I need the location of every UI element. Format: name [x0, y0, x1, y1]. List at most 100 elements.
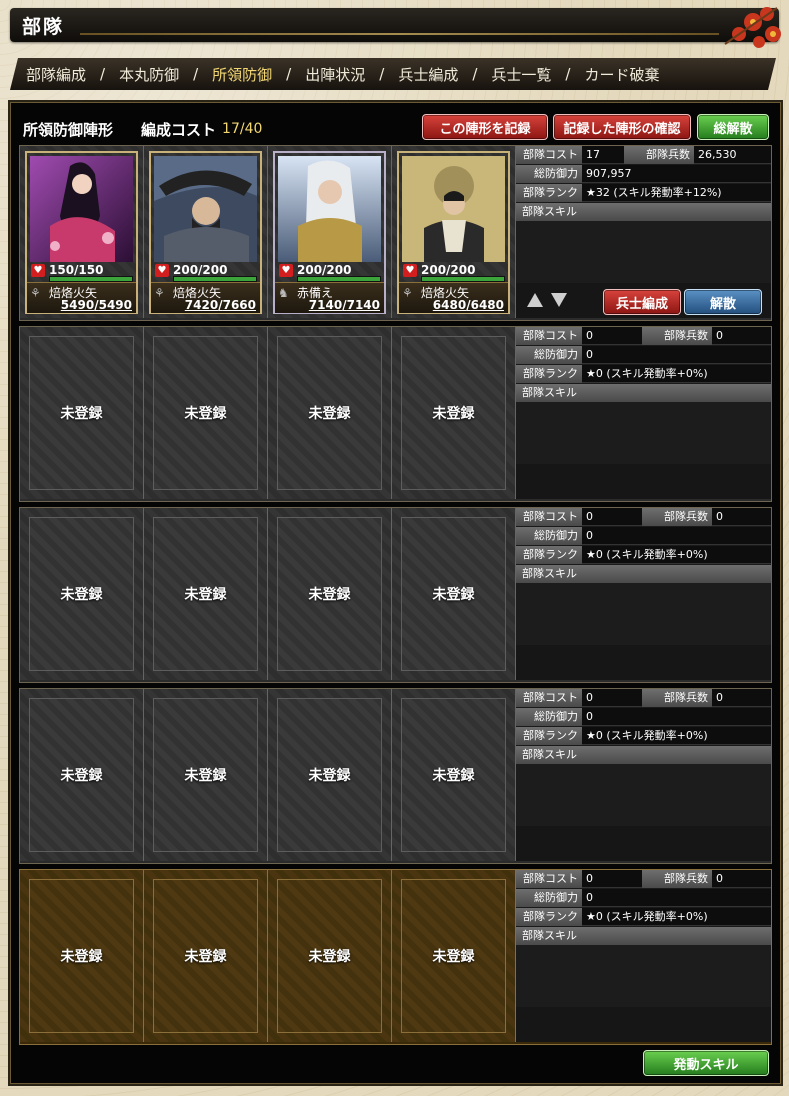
card-art — [154, 156, 257, 262]
general-card[interactable]: ♥ 150/150 ⚘ 焙烙火矢 5490/5490 — [25, 151, 138, 314]
info-row-defense: 総防御力 0 — [516, 708, 771, 726]
general-card[interactable]: ♥ 200/200 ♞ 赤備え 7140/7140 — [273, 151, 386, 314]
info-row-rank: 部隊ランク ★32 (スキル発動率+12%) — [516, 184, 771, 202]
squad-actions: 兵士編成 解散 — [516, 283, 771, 318]
hp-text: 150/150 — [49, 263, 104, 277]
soldier-formation-button[interactable]: 兵士編成 — [603, 289, 681, 315]
unit-count[interactable]: 5490/5490 — [61, 298, 132, 312]
skill-list — [516, 221, 771, 284]
card-slot[interactable]: 未登録 — [392, 327, 516, 499]
unit-info: ♞ 赤備え 7140/7140 — [275, 282, 384, 313]
arrow-down-icon[interactable] — [550, 292, 568, 308]
squad-row-4: 未登録 未登録 未登録 未登録 部隊コスト 0 部隊兵数 0 総防御力 0 部隊… — [19, 688, 772, 864]
hp-text: 200/200 — [421, 263, 476, 277]
tab-separator: / — [286, 65, 292, 83]
skill-header: 部隊スキル — [516, 203, 771, 221]
unit-count[interactable]: 6480/6480 — [433, 298, 504, 312]
card-slot[interactable]: 未登録 — [392, 689, 516, 861]
card-slot[interactable]: 未登録 — [268, 689, 392, 861]
info-row-defense: 総防御力 0 — [516, 346, 771, 364]
skill-header: 部隊スキル — [516, 927, 771, 945]
card-slot[interactable]: ♥ 200/200 ⚘ 焙烙火矢 7420/7660 — [144, 146, 268, 318]
tab-soldier-formation[interactable]: 兵士編成 — [398, 64, 458, 85]
card-slot[interactable]: 未登録 — [268, 508, 392, 680]
card-slot[interactable]: 未登録 — [20, 327, 144, 499]
card-slot[interactable]: 未登録 — [392, 870, 516, 1042]
formation-panel: 所領防御陣形 編成コスト 17/40 この陣形を記録 記録した陣形の確認 総解散 — [10, 102, 781, 1084]
heart-icon: ♥ — [31, 264, 45, 277]
general-card[interactable]: ♥ 200/200 ⚘ 焙烙火矢 6480/6480 — [397, 151, 510, 314]
active-skill-button[interactable]: 発動スキル — [643, 1050, 769, 1076]
card-slot[interactable]: 未登録 — [268, 327, 392, 499]
squad-actions — [516, 826, 771, 861]
general-card[interactable]: ♥ 200/200 ⚘ 焙烙火矢 7420/7660 — [149, 151, 262, 314]
tab-territory-defense[interactable]: 所領防御 — [212, 64, 272, 85]
unit-type-icon: ⚘ — [30, 286, 41, 300]
hp-display: ♥ 200/200 — [403, 263, 508, 282]
unit-count[interactable]: 7140/7140 — [309, 298, 380, 312]
info-row-cost: 部隊コスト 17 部隊兵数 26,530 — [516, 146, 771, 164]
page-background: 部隊 部隊編成 / 本丸防御 / 所領防御 / 出陣状況 / 兵士編成 / 兵士… — [0, 0, 789, 1096]
tab-separator: / — [472, 65, 478, 83]
cost-value: 17/40 — [222, 121, 263, 137]
squad-info: 部隊コスト 0 部隊兵数 0 総防御力 0 部隊ランク ★0 (スキル発動率+0… — [516, 689, 771, 861]
tab-deployment-status[interactable]: 出陣状況 — [305, 64, 365, 85]
skill-list — [516, 583, 771, 646]
cost-label: 編成コスト — [141, 120, 217, 139]
empty-slot-label: 未登録 — [29, 698, 134, 852]
tab-card-discard[interactable]: カード破棄 — [584, 64, 659, 85]
card-slot[interactable]: 未登録 — [144, 327, 268, 499]
unit-count[interactable]: 7420/7660 — [185, 298, 256, 312]
hp-display: ♥ 150/150 — [31, 263, 136, 282]
skill-list — [516, 945, 771, 1008]
panel-header: 所領防御陣形 編成コスト 17/40 — [23, 117, 262, 141]
arrow-up-icon[interactable] — [526, 292, 544, 308]
info-row-cost: 部隊コスト 0 部隊兵数 0 — [516, 870, 771, 888]
disband-button[interactable]: 解散 — [684, 289, 762, 315]
card-slot[interactable]: 未登録 — [144, 689, 268, 861]
record-formation-button[interactable]: この陣形を記録 — [422, 114, 548, 140]
card-slot[interactable]: 未登録 — [144, 870, 268, 1042]
card-slot[interactable]: ♥ 150/150 ⚘ 焙烙火矢 5490/5490 — [20, 146, 144, 318]
card-slot[interactable]: 未登録 — [20, 689, 144, 861]
info-row-defense: 総防御力 0 — [516, 889, 771, 907]
tab-soldier-list[interactable]: 兵士一覧 — [491, 64, 551, 85]
tab-separator: / — [565, 65, 571, 83]
squad-info: 部隊コスト 0 部隊兵数 0 総防御力 0 部隊ランク ★0 (スキル発動率+0… — [516, 327, 771, 499]
confirm-recorded-formation-button[interactable]: 記録した陣形の確認 — [553, 114, 691, 140]
tab-nav: 部隊編成 / 本丸防御 / 所領防御 / 出陣状況 / 兵士編成 / 兵士一覧 … — [10, 58, 776, 90]
tab-separator: / — [379, 65, 385, 83]
window-title-bar: 部隊 — [10, 8, 779, 42]
card-slot[interactable]: ♥ 200/200 ⚘ 焙烙火矢 6480/6480 — [392, 146, 516, 318]
card-slot[interactable]: 未登録 — [268, 870, 392, 1042]
tab-main-castle-defense[interactable]: 本丸防御 — [119, 64, 179, 85]
hp-display: ♥ 200/200 — [279, 263, 384, 282]
card-slot[interactable]: 未登録 — [144, 508, 268, 680]
squad-actions — [516, 464, 771, 499]
empty-slot-label: 未登録 — [401, 336, 506, 490]
empty-slot-label: 未登録 — [29, 336, 134, 490]
card-slot[interactable]: ♥ 200/200 ♞ 赤備え 7140/7140 — [268, 146, 392, 318]
card-slot[interactable]: 未登録 — [20, 508, 144, 680]
card-slot[interactable]: 未登録 — [20, 870, 144, 1042]
empty-slot-label: 未登録 — [401, 517, 506, 671]
squad-row-5: 未登録 未登録 未登録 未登録 部隊コスト 0 部隊兵数 0 総防御力 0 部隊… — [19, 869, 772, 1045]
card-art — [30, 156, 133, 262]
info-row-cost: 部隊コスト 0 部隊兵数 0 — [516, 689, 771, 707]
unit-info: ⚘ 焙烙火矢 6480/6480 — [399, 282, 508, 313]
info-row-defense: 総防御力 0 — [516, 527, 771, 545]
skill-header: 部隊スキル — [516, 384, 771, 402]
disband-all-button[interactable]: 総解散 — [697, 114, 769, 140]
hp-text: 200/200 — [173, 263, 228, 277]
tab-formation[interactable]: 部隊編成 — [26, 64, 86, 85]
heart-icon: ♥ — [279, 264, 293, 277]
tab-separator: / — [193, 65, 199, 83]
card-slot[interactable]: 未登録 — [392, 508, 516, 680]
squad-info: 部隊コスト 17 部隊兵数 26,530 総防御力 907,957 部隊ランク … — [516, 146, 771, 318]
tab-separator: / — [100, 65, 106, 83]
info-row-defense: 総防御力 907,957 — [516, 165, 771, 183]
skill-list — [516, 402, 771, 465]
hp-text: 200/200 — [297, 263, 352, 277]
empty-slot-label: 未登録 — [153, 517, 258, 671]
hp-display: ♥ 200/200 — [155, 263, 260, 282]
